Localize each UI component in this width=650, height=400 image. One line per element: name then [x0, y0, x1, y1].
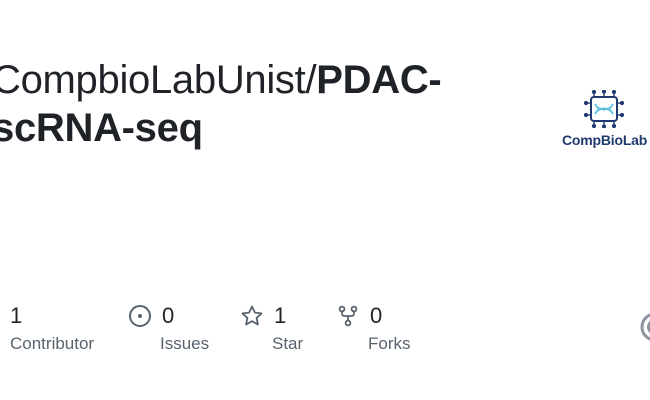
repo-owner: CompbioLabUnist/: [0, 58, 317, 102]
issues-count: 0: [162, 303, 175, 328]
repo-title[interactable]: CompbioLabUnist/PDAC-scRNA-seq: [0, 56, 512, 152]
issue-opened-icon: [129, 305, 151, 327]
stars-label: Star: [272, 334, 304, 353]
stars-stat[interactable]: 1 Star: [240, 300, 303, 354]
contributors-count: 1: [10, 303, 23, 328]
forks-label: Forks: [368, 334, 411, 353]
github-mark-icon: [640, 313, 650, 341]
issues-label: Issues: [160, 334, 210, 353]
org-logo: CompBioLab: [560, 88, 650, 152]
social-preview-card: CompbioLabUnist/PDAC-scRNA-seq CompBioLa…: [0, 0, 650, 400]
repo-name-line2: scRNA-seq: [0, 106, 203, 150]
repo-name-line1: PDAC-: [316, 58, 442, 102]
repo-forked-icon: [338, 305, 358, 327]
issues-stat[interactable]: 0 Issues: [128, 300, 209, 354]
forks-stat[interactable]: 0 Forks: [336, 300, 411, 354]
dna-chip-icon: [584, 90, 624, 128]
star-icon: [241, 305, 263, 326]
contributors-label: Contributor: [10, 334, 95, 353]
stars-count: 1: [274, 303, 287, 328]
logo-text: CompBioLab: [562, 132, 648, 148]
repo-stats: 1 Contributor 0 Issues 1 Star 0 Forks: [0, 300, 640, 370]
forks-count: 0: [370, 303, 383, 328]
contributors-stat[interactable]: 1 Contributor: [10, 300, 94, 354]
